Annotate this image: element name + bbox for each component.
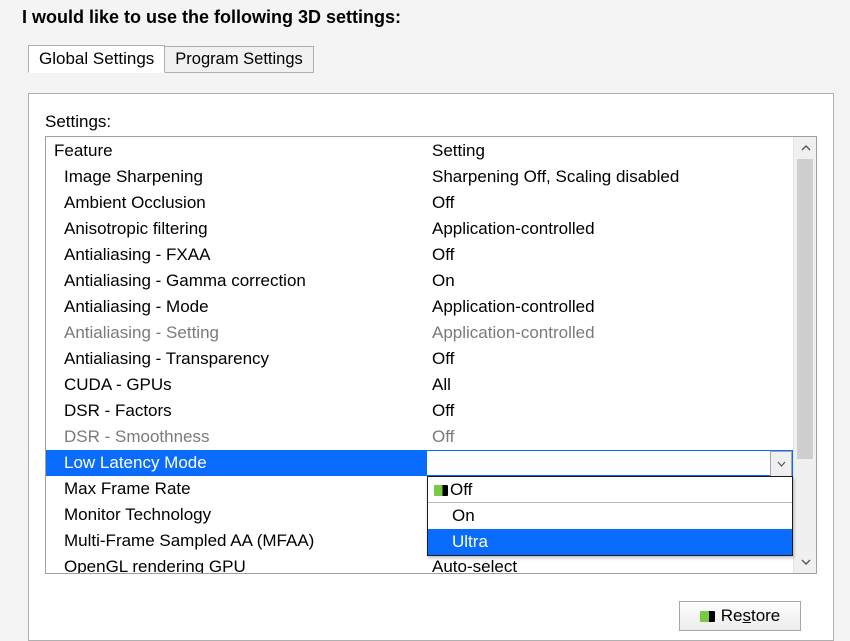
- setting-cell: On: [426, 268, 793, 294]
- settings-row[interactable]: DSR - FactorsOff: [46, 398, 793, 424]
- settings-row[interactable]: Antialiasing - SettingApplication-contro…: [46, 320, 793, 346]
- restore-button-label: Restore: [721, 606, 781, 626]
- setting-cell: Sharpening Off, Scaling disabled: [426, 164, 793, 190]
- feature-cell: Antialiasing - Transparency: [46, 346, 426, 372]
- scroll-up-arrow[interactable]: [794, 137, 817, 159]
- settings-label: Settings:: [45, 112, 817, 132]
- feature-cell: Image Sharpening: [46, 164, 426, 190]
- page-heading: I would like to use the following 3D set…: [0, 0, 850, 44]
- low-latency-dropdown-popup: OffOnUltra: [427, 476, 793, 556]
- feature-cell: CUDA - GPUs: [46, 372, 426, 398]
- settings-row[interactable]: DSR - SmoothnessOff: [46, 424, 793, 450]
- settings-row[interactable]: Low Latency ModeUltra: [46, 450, 793, 476]
- scrollbar[interactable]: [793, 137, 816, 573]
- settings-row[interactable]: Antialiasing - FXAAOff: [46, 242, 793, 268]
- feature-cell: DSR - Smoothness: [46, 424, 426, 450]
- nvidia-icon: [700, 611, 715, 622]
- setting-cell: Off: [426, 190, 793, 216]
- column-header-feature: Feature: [46, 137, 426, 164]
- settings-row[interactable]: Antialiasing - TransparencyOff: [46, 346, 793, 372]
- setting-cell: Off: [426, 346, 793, 372]
- chevron-down-icon[interactable]: [770, 451, 792, 477]
- settings-panel: Settings: FeatureSettingImage Sharpening…: [28, 93, 834, 641]
- scroll-down-arrow[interactable]: [794, 551, 817, 573]
- setting-cell: All: [426, 372, 793, 398]
- settings-row[interactable]: Antialiasing - ModeApplication-controlle…: [46, 294, 793, 320]
- restore-button[interactable]: Restore: [679, 601, 801, 631]
- settings-row[interactable]: Anisotropic filteringApplication-control…: [46, 216, 793, 242]
- feature-cell: DSR - Factors: [46, 398, 426, 424]
- feature-cell: Low Latency Mode: [46, 450, 426, 476]
- setting-cell: Off: [426, 424, 793, 450]
- tabs: Global SettingsProgram Settings: [28, 44, 850, 74]
- settings-row[interactable]: OpenGL rendering GPUAuto-select: [46, 554, 793, 574]
- setting-cell: Off: [426, 242, 793, 268]
- settings-row[interactable]: Ambient OcclusionOff: [46, 190, 793, 216]
- feature-cell: Multi-Frame Sampled AA (MFAA): [46, 528, 426, 554]
- setting-cell: Off: [426, 398, 793, 424]
- table-header: FeatureSetting: [46, 137, 793, 164]
- feature-cell: Antialiasing - Setting: [46, 320, 426, 346]
- column-header-setting: Setting: [426, 137, 793, 164]
- feature-cell: Max Frame Rate: [46, 476, 426, 502]
- setting-value: Ultra: [427, 451, 792, 475]
- feature-cell: Antialiasing - FXAA: [46, 242, 426, 268]
- settings-listbox: FeatureSettingImage SharpeningSharpening…: [45, 136, 817, 574]
- tab-program-settings[interactable]: Program Settings: [165, 46, 313, 73]
- dropdown-option[interactable]: On: [428, 503, 792, 529]
- settings-row[interactable]: CUDA - GPUsAll: [46, 372, 793, 398]
- feature-cell: Ambient Occlusion: [46, 190, 426, 216]
- dropdown-option[interactable]: Off: [428, 477, 792, 503]
- dropdown-option[interactable]: Ultra: [428, 529, 792, 555]
- feature-cell: OpenGL rendering GPU: [46, 554, 426, 574]
- settings-row[interactable]: Antialiasing - Gamma correctionOn: [46, 268, 793, 294]
- setting-cell: Application-controlled: [426, 320, 793, 346]
- feature-cell: Monitor Technology: [46, 502, 426, 528]
- setting-cell: Application-controlled: [426, 294, 793, 320]
- feature-cell: Antialiasing - Gamma correction: [46, 268, 426, 294]
- setting-dropdown[interactable]: Ultra: [426, 450, 793, 476]
- feature-cell: Anisotropic filtering: [46, 216, 426, 242]
- settings-row[interactable]: Image SharpeningSharpening Off, Scaling …: [46, 164, 793, 190]
- scroll-thumb[interactable]: [797, 159, 813, 459]
- setting-cell: Auto-select: [426, 554, 793, 574]
- tab-global-settings[interactable]: Global Settings: [28, 45, 165, 73]
- nvidia-icon: [434, 485, 448, 496]
- setting-cell: Application-controlled: [426, 216, 793, 242]
- feature-cell: Antialiasing - Mode: [46, 294, 426, 320]
